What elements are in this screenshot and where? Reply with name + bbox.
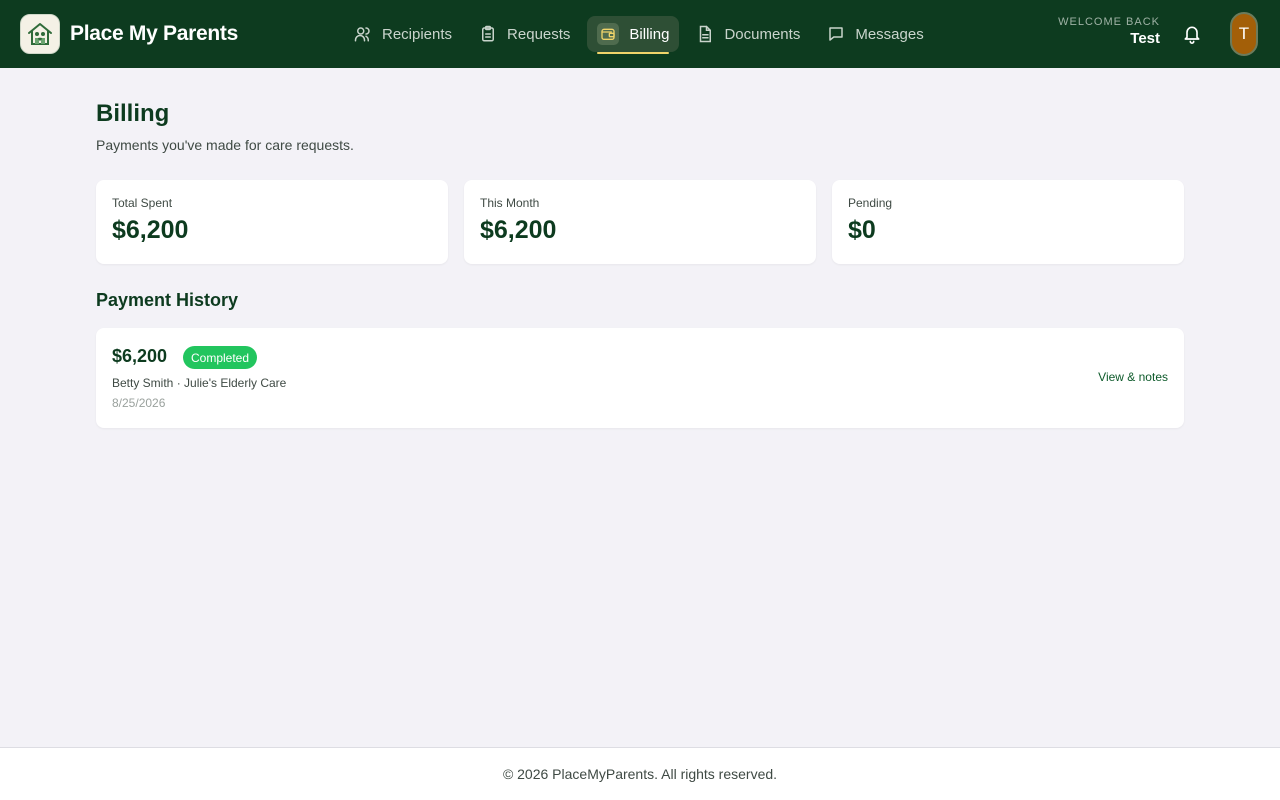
payment-date: 8/25/2026 <box>112 396 166 410</box>
nav-item-billing[interactable]: Billing <box>587 16 680 54</box>
nav-label-requests: Requests <box>507 25 571 43</box>
house-heart-logo-icon <box>20 14 60 54</box>
top-navigation-bar: Place My Parents Recipients Requests Bil… <box>0 0 1280 68</box>
nav-label-billing: Billing <box>629 25 670 43</box>
status-badge: Completed <box>183 346 258 369</box>
footer-copyright: © 2026 PlaceMyParents. All rights reserv… <box>502 766 778 782</box>
page-subtitle: Payments you've made for care requests. <box>96 137 354 153</box>
payment-row: $6,200 Completed Betty Smith · Julie's E… <box>96 328 1184 428</box>
avatar[interactable]: T <box>1230 12 1258 56</box>
users-icon <box>354 27 370 42</box>
nav-item-messages[interactable]: Messages <box>817 16 933 52</box>
nav-item-requests[interactable]: Requests <box>469 16 580 52</box>
nav-item-recipients[interactable]: Recipients <box>344 16 462 52</box>
stats-cards: Total Spent $6,200 This Month $6,200 Pen… <box>96 180 1184 264</box>
stat-value: $6,200 <box>480 216 557 244</box>
stat-card-this-month: This Month $6,200 <box>464 180 816 264</box>
payment-amount: $6,200 <box>112 346 168 366</box>
stat-value: $0 <box>848 216 876 244</box>
main-nav: Recipients Requests Billing Documents Me… <box>344 16 941 54</box>
wallet-icon <box>597 23 620 45</box>
brand-name: Place My Parents <box>70 22 238 45</box>
stat-card-total-spent: Total Spent $6,200 <box>96 180 448 264</box>
stat-label: Total Spent <box>112 196 173 210</box>
page-title: Billing <box>96 100 170 127</box>
message-icon <box>829 27 844 41</box>
stat-card-pending: Pending $0 <box>832 180 1184 264</box>
nav-label-recipients: Recipients <box>382 25 453 43</box>
nav-item-documents[interactable]: Documents <box>686 16 810 52</box>
welcome-block: WELCOME BACK Test <box>1058 16 1160 47</box>
stat-label: Pending <box>848 196 893 210</box>
nav-label-messages: Messages <box>855 25 924 43</box>
welcome-user-name: Test <box>1130 30 1160 47</box>
clipboard-icon <box>482 25 495 42</box>
avatar-initial: T <box>1238 24 1250 43</box>
payment-history-title: Payment History <box>96 290 239 310</box>
brand[interactable]: Place My Parents <box>20 14 238 54</box>
bell-icon[interactable] <box>1182 24 1202 49</box>
payment-description: Betty Smith · Julie's Elderly Care <box>112 376 287 390</box>
stat-label: This Month <box>480 196 540 210</box>
view-notes-link[interactable]: View & notes <box>1098 370 1168 384</box>
stat-value: $6,200 <box>112 216 189 244</box>
document-icon <box>700 25 712 43</box>
footer: © 2026 PlaceMyParents. All rights reserv… <box>0 747 1280 800</box>
welcome-label: WELCOME BACK <box>1058 16 1160 28</box>
nav-label-documents: Documents <box>724 25 801 43</box>
